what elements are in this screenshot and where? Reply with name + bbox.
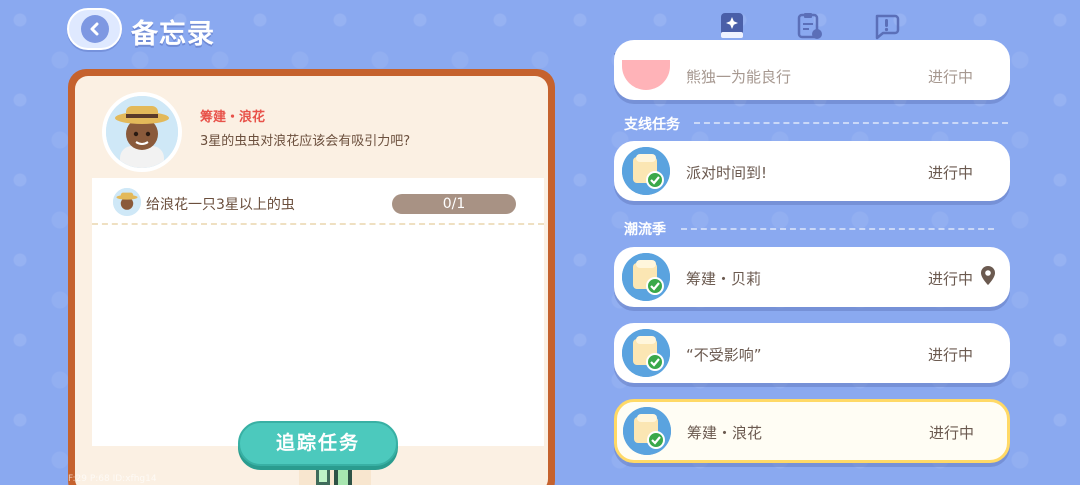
- side-quest-icon: [797, 13, 822, 39]
- objective-row: 给浪花一只3星以上的虫 0/1: [92, 178, 544, 225]
- task-description: 3星的虫虫对浪花应该会有吸引力吧?: [200, 134, 411, 149]
- npc-avatar: [102, 92, 182, 172]
- quest-item[interactable]: 派对时间到! 进行中: [614, 141, 1010, 201]
- quest-item-selected[interactable]: 筹建・浪花 进行中: [614, 399, 1010, 463]
- back-button[interactable]: [67, 8, 122, 50]
- objective-list: 给浪花一只3星以上的虫 0/1: [92, 178, 544, 485]
- quest-scroll-icon: [623, 407, 671, 455]
- debug-info: F:29 P:68 ID:xfhg14: [68, 474, 157, 484]
- objective-progress: 0/1: [392, 194, 516, 214]
- quest-icon: [622, 60, 670, 90]
- task-name: 筹建・浪花: [200, 110, 266, 125]
- quest-scroll-icon: [622, 253, 670, 301]
- objective-avatar: [111, 186, 143, 218]
- quest-name: 熊独一为能良行: [686, 68, 792, 86]
- quest-status: 进行中: [928, 270, 974, 288]
- quest-scroll-icon: [622, 329, 670, 377]
- section-header-season: 潮流季: [624, 222, 666, 238]
- section-divider: [681, 228, 994, 230]
- location-pin-icon[interactable]: [980, 265, 996, 287]
- tab-side-quest[interactable]: [797, 12, 827, 42]
- quest-name: 筹建・贝莉: [686, 270, 762, 288]
- track-quest-button[interactable]: 追踪任务: [238, 421, 398, 466]
- quest-status: 进行中: [928, 164, 974, 182]
- tab-event-quest[interactable]: [873, 12, 903, 42]
- page-title: 备忘录: [131, 19, 215, 50]
- section-header-side: 支线任务: [624, 117, 680, 133]
- quest-name: 筹建・浪花: [687, 424, 763, 442]
- objective-text: 给浪花一只3星以上的虫: [146, 197, 295, 213]
- chevron-left-icon: [80, 15, 109, 43]
- quest-item[interactable]: 筹建・贝莉 进行中: [614, 247, 1010, 307]
- task-detail-card: 筹建・浪花 3星的虫虫对浪花应该会有吸引力吧? 给浪花一只3星以上的虫 0/1: [68, 69, 555, 485]
- quest-status: 进行中: [928, 68, 974, 86]
- task-detail-inner: 筹建・浪花 3星的虫虫对浪花应该会有吸引力吧? 给浪花一只3星以上的虫 0/1: [75, 76, 548, 485]
- quest-item[interactable]: “不受影响” 进行中: [614, 323, 1010, 383]
- quest-status: 进行中: [929, 424, 975, 442]
- main-quest-icon: [721, 13, 743, 38]
- quest-item-partial[interactable]: 熊独一为能良行 进行中: [614, 40, 1010, 100]
- quest-scroll-icon: [622, 147, 670, 195]
- event-quest-icon: [875, 14, 900, 40]
- tab-main-quest[interactable]: [720, 12, 750, 42]
- quest-name: 派对时间到!: [686, 164, 768, 182]
- quest-name: “不受影响”: [686, 346, 762, 364]
- section-divider: [694, 122, 1008, 124]
- quest-status: 进行中: [928, 346, 974, 364]
